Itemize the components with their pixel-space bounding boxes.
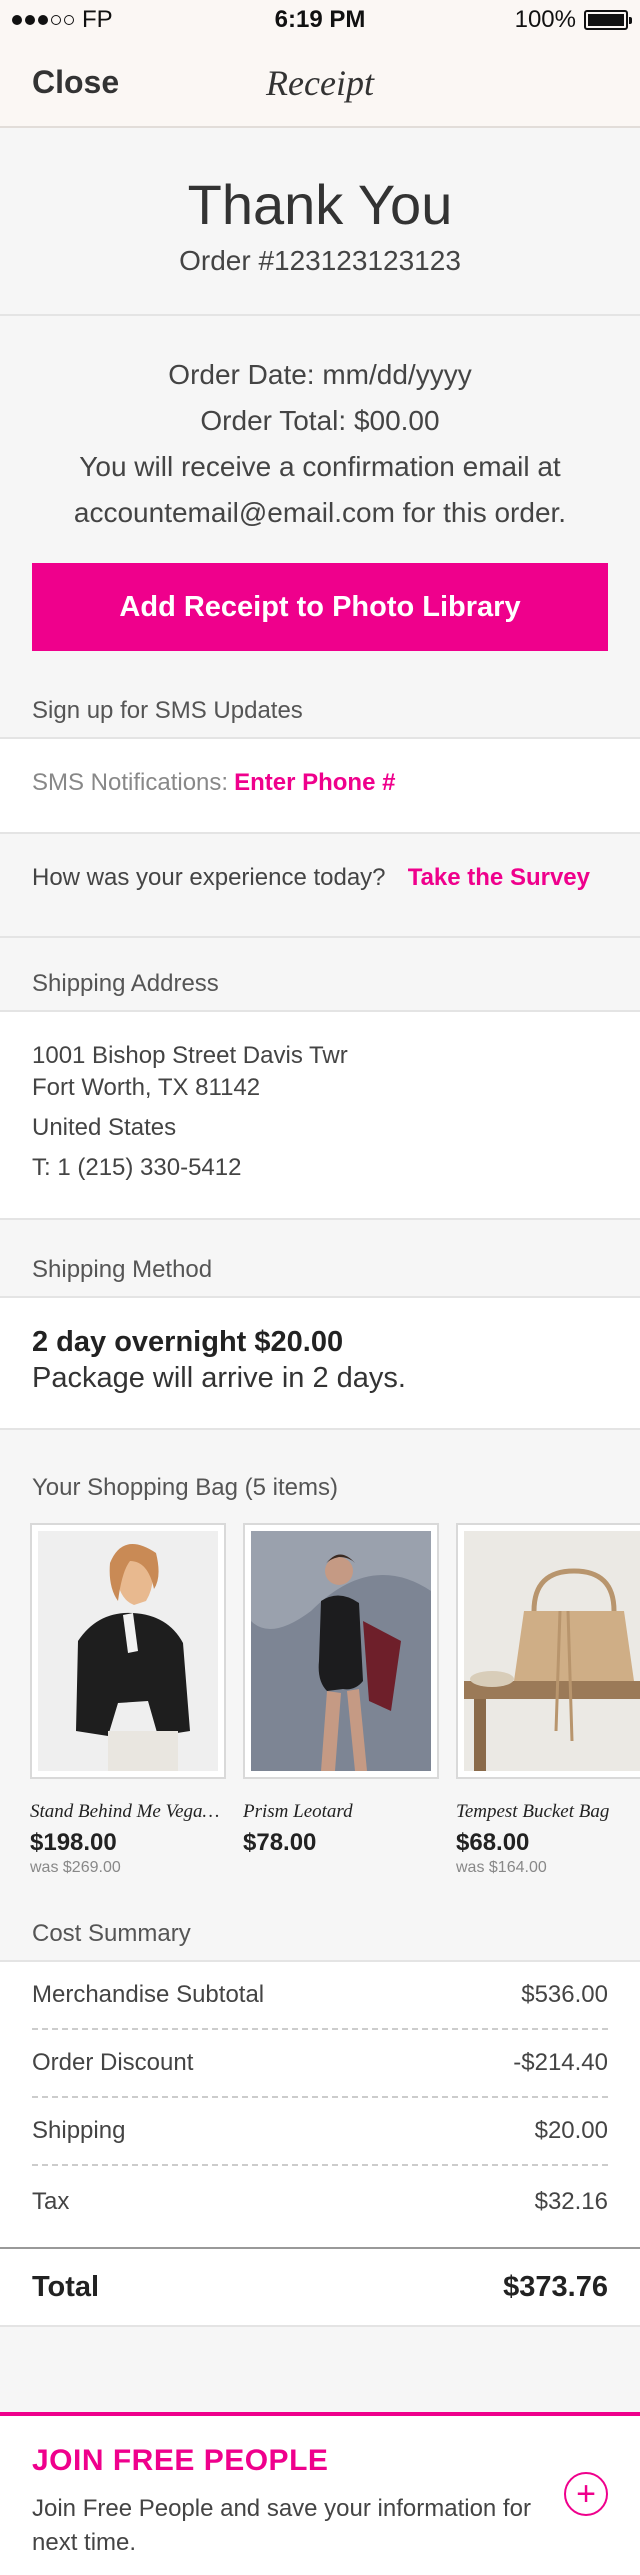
thank-you-title: Thank You bbox=[187, 173, 453, 236]
order-date: Order Date: mm/dd/yyyy bbox=[168, 359, 472, 390]
shipping-address-block: 1001 Bishop Street Davis Twr Fort Worth,… bbox=[0, 1010, 640, 1220]
nav-bar: Close Receipt bbox=[0, 40, 640, 128]
address-country: United States bbox=[32, 1114, 177, 1141]
confirmation-text-line2: accountemail@email.com for this order. bbox=[73, 497, 567, 528]
address-phone: T: 1 (215) 330-5412 bbox=[32, 1154, 242, 1181]
product-price: $198.00 bbox=[30, 1829, 117, 1856]
cost-label: Tax bbox=[32, 2188, 70, 2215]
carrier-name: FP bbox=[82, 6, 113, 33]
join-banner[interactable]: JOIN FREE PEOPLE Join Free People and sa… bbox=[0, 2412, 640, 2575]
join-title: JOIN FREE PEOPLE bbox=[32, 2444, 329, 2477]
battery-percent: 100% bbox=[514, 6, 576, 33]
product-name: Stand Behind Me Vegan... bbox=[30, 1801, 226, 1822]
cost-row: Order Discount -$214.40 bbox=[32, 2030, 608, 2098]
shipping-method-block: 2 day overnight $20.00 Package will arri… bbox=[0, 1296, 640, 1430]
battery-status: 100% bbox=[514, 6, 632, 34]
sms-header: Sign up for SMS Updates bbox=[32, 697, 303, 724]
survey-question: How was your experience today? bbox=[32, 864, 386, 891]
cost-label: Merchandise Subtotal bbox=[32, 1981, 265, 2008]
address-line1: 1001 Bishop Street Davis Twr bbox=[32, 1042, 348, 1069]
plus-circle-icon[interactable]: + bbox=[564, 2472, 608, 2516]
sms-row: SMS Notifications: Enter Phone # bbox=[32, 769, 395, 797]
cost-value: $32.16 bbox=[534, 2188, 608, 2215]
total-label: Total bbox=[32, 2270, 100, 2303]
join-text: Join Free People and save your informati… bbox=[32, 2495, 531, 2556]
take-survey-link[interactable]: Take the Survey bbox=[408, 864, 590, 892]
order-info: Order Date: mm/dd/yyyy Order Total: $00.… bbox=[0, 352, 640, 536]
total-row: Total $373.76 bbox=[0, 2247, 640, 2327]
order-number: Order #123123123123 bbox=[179, 245, 461, 276]
order-total: Order Total: $00.00 bbox=[200, 405, 440, 436]
product-card[interactable]: Prism Leotard $78.00 bbox=[243, 1523, 443, 1859]
shipping-method-name: 2 day overnight $20.00 bbox=[32, 1326, 344, 1358]
cost-summary-header: Cost Summary bbox=[32, 1920, 191, 1947]
total-value: $373.76 bbox=[503, 2270, 608, 2303]
cost-summary-block: Merchandise Subtotal $536.00 Order Disco… bbox=[0, 1960, 640, 2250]
enter-phone-link[interactable]: Enter Phone # bbox=[234, 769, 395, 796]
battery-fill bbox=[588, 14, 624, 26]
product-card[interactable]: Stand Behind Me Vegan... $198.00 was $26… bbox=[30, 1523, 230, 1877]
confirmation-text-line1: You will receive a confirmation email at bbox=[79, 451, 561, 482]
sms-block: SMS Notifications: Enter Phone # bbox=[0, 737, 640, 834]
product-was-price: was $269.00 bbox=[30, 1859, 121, 1876]
cost-row: Merchandise Subtotal $536.00 bbox=[32, 1962, 608, 2030]
close-button[interactable]: Close bbox=[32, 64, 119, 101]
cost-value: $536.00 bbox=[521, 1981, 608, 2008]
product-name: Tempest Bucket Bag bbox=[456, 1801, 610, 1822]
shipping-method-eta: Package will arrive in 2 days. bbox=[32, 1362, 406, 1394]
product-price: $68.00 bbox=[456, 1829, 530, 1856]
product-image[interactable] bbox=[243, 1523, 439, 1779]
cost-row: Shipping $20.00 bbox=[32, 2098, 608, 2166]
product-price: $78.00 bbox=[243, 1829, 317, 1856]
address-line2: Fort Worth, TX 81142 bbox=[32, 1074, 261, 1101]
cost-value: -$214.40 bbox=[513, 2049, 608, 2076]
cost-row: Tax $32.16 bbox=[32, 2168, 608, 2236]
product-card[interactable]: Tempest Bucket Bag $68.00 was $164.00 bbox=[456, 1523, 640, 1877]
shopping-bag-header: Your Shopping Bag (5 items) bbox=[32, 1474, 338, 1501]
cost-label: Order Discount bbox=[32, 2049, 194, 2076]
product-was-price: was $164.00 bbox=[456, 1859, 547, 1876]
thank-you-section: Thank You Order #123123123123 bbox=[0, 130, 640, 316]
shipping-method-header: Shipping Method bbox=[32, 1256, 213, 1283]
signal-strength-icon bbox=[12, 15, 74, 25]
signal-carrier: FP bbox=[12, 6, 113, 34]
product-image[interactable] bbox=[456, 1523, 640, 1779]
sms-label: SMS Notifications: bbox=[32, 769, 229, 796]
cost-label: Shipping bbox=[32, 2117, 126, 2144]
status-bar: FP 6:19 PM 100% bbox=[0, 0, 640, 40]
shipping-address-header: Shipping Address bbox=[32, 970, 219, 997]
cost-value: $20.00 bbox=[534, 2117, 608, 2144]
survey-row: How was your experience today? Take the … bbox=[0, 832, 640, 938]
add-receipt-button[interactable]: Add Receipt to Photo Library bbox=[32, 563, 608, 651]
battery-icon bbox=[584, 10, 632, 30]
product-name: Prism Leotard bbox=[243, 1801, 353, 1822]
product-image[interactable] bbox=[30, 1523, 226, 1779]
